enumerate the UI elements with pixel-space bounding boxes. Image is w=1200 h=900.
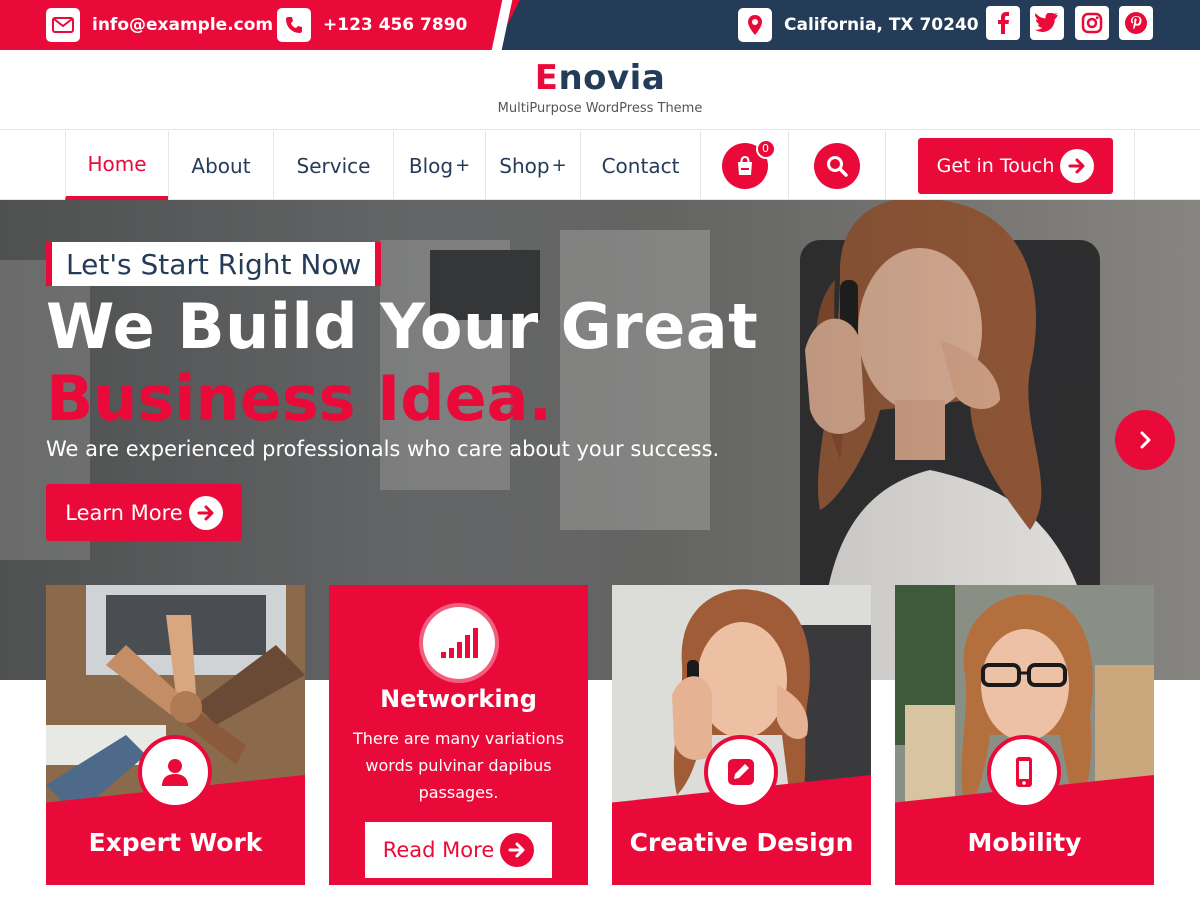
feature-card-networking: Networking There are many variations wor… xyxy=(329,585,588,885)
get-in-touch-label: Get in Touch xyxy=(936,155,1055,177)
nav-item-about[interactable]: About xyxy=(168,131,273,200)
nav-item-contact[interactable]: Contact xyxy=(580,131,700,200)
feature-card-mobility[interactable]: Mobility xyxy=(895,585,1154,885)
hero-kicker: Let's Start Right Now xyxy=(46,242,382,286)
hero-headline-line1: We Build Your Great xyxy=(46,290,759,363)
map-pin-icon xyxy=(738,8,772,42)
read-more-button[interactable]: Read More xyxy=(365,822,552,878)
get-in-touch-button[interactable]: Get in Touch xyxy=(918,138,1113,194)
submenu-plus-icon: + xyxy=(455,155,471,176)
read-more-label: Read More xyxy=(382,838,495,862)
cart-area: 0 xyxy=(700,131,788,200)
nav-label: Blog xyxy=(408,153,454,178)
user-icon xyxy=(138,735,212,809)
slider-next-button[interactable] xyxy=(1115,410,1175,470)
phone-link[interactable]: +123 456 7890 xyxy=(277,7,467,43)
envelope-icon xyxy=(46,8,80,42)
card-title: Networking xyxy=(380,685,537,713)
logo-initial: E xyxy=(534,58,559,98)
email-link[interactable]: info@example.com xyxy=(46,7,273,43)
card-description: There are many variations words pulvinar… xyxy=(352,729,565,802)
chevron-right-icon xyxy=(1140,431,1151,449)
nav-item-shop[interactable]: Shop + xyxy=(485,131,580,200)
search-icon xyxy=(827,155,848,177)
learn-more-label: Learn More xyxy=(65,500,183,525)
phone-text: +123 456 7890 xyxy=(323,15,468,35)
hero-headline-line2: Business Idea. xyxy=(46,362,553,435)
location-info: California, TX 70240 xyxy=(738,7,979,43)
site-logo[interactable]: Enovia xyxy=(0,58,1200,98)
nav-label: Service xyxy=(296,153,371,178)
feature-card-expert-work[interactable]: Expert Work xyxy=(46,585,305,885)
logo-rest: novia xyxy=(558,58,666,98)
arrow-right-icon xyxy=(1060,149,1095,183)
nav-item-home[interactable]: Home xyxy=(65,131,168,200)
site-branding: Enovia MultiPurpose WordPress Theme xyxy=(0,50,1200,130)
card-title: Mobility xyxy=(967,828,1082,857)
facebook-icon[interactable] xyxy=(986,6,1020,40)
instagram-icon[interactable] xyxy=(1075,6,1109,40)
pinterest-icon[interactable] xyxy=(1119,6,1153,40)
arrow-right-icon xyxy=(188,495,223,530)
nav-label: Contact xyxy=(601,153,680,178)
nav-divider xyxy=(1134,131,1135,200)
phone-icon xyxy=(277,8,311,42)
email-text: info@example.com xyxy=(92,15,274,35)
site-tagline: MultiPurpose WordPress Theme xyxy=(497,101,703,116)
nav-label: About xyxy=(191,153,251,178)
location-text: California, TX 70240 xyxy=(784,15,979,35)
shopping-bag-icon xyxy=(737,155,752,175)
twitter-icon[interactable] xyxy=(1030,6,1064,40)
submenu-plus-icon: + xyxy=(551,155,567,176)
nav-item-service[interactable]: Service xyxy=(273,131,393,200)
top-bar: info@example.com +123 456 7890 Californi… xyxy=(0,0,1200,50)
cart-count-badge: 0 xyxy=(755,138,776,159)
arrow-right-icon xyxy=(500,833,535,867)
nav-label: Shop xyxy=(499,153,550,178)
mobile-phone-icon xyxy=(987,735,1061,809)
feature-card-creative-design[interactable]: Creative Design xyxy=(612,585,871,885)
learn-more-button[interactable]: Learn More xyxy=(46,484,242,541)
signal-bars-icon xyxy=(423,607,495,679)
search-area xyxy=(788,131,886,200)
nav-label: Home xyxy=(87,151,147,176)
nav-item-blog[interactable]: Blog + xyxy=(393,131,485,200)
card-title: Creative Design xyxy=(629,828,854,857)
search-button[interactable] xyxy=(814,142,860,189)
cart-button[interactable]: 0 xyxy=(721,138,776,189)
pencil-square-icon xyxy=(704,735,778,809)
hero-subtitle: We are experienced professionals who car… xyxy=(46,437,720,461)
card-title: Expert Work xyxy=(88,828,263,857)
